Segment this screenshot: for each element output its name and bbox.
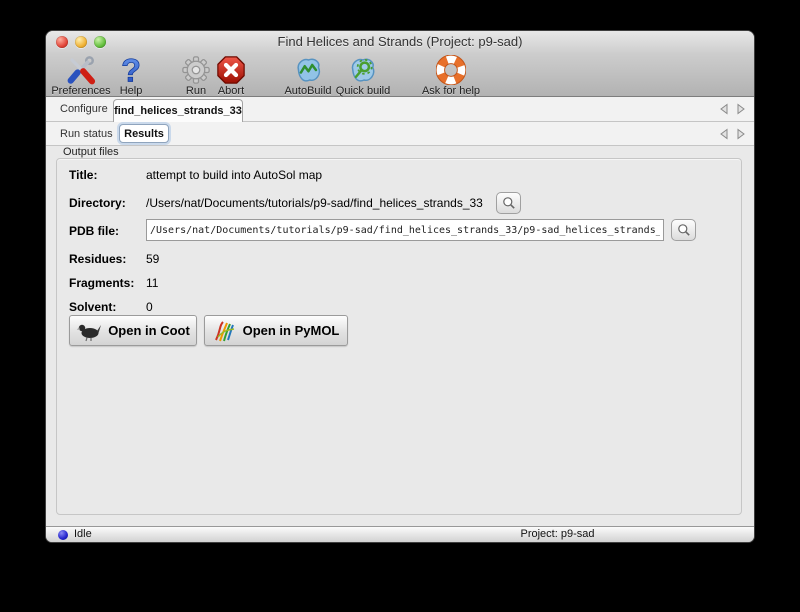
ask-for-help-button[interactable]: Ask for help xyxy=(422,54,480,97)
window-title: Find Helices and Strands (Project: p9-sa… xyxy=(277,34,523,49)
residues-value: 59 xyxy=(146,252,160,266)
directory-value: /Users/nat/Documents/tutorials/p9-sad/fi… xyxy=(146,196,483,210)
coot-bird-icon xyxy=(76,324,102,341)
autobuild-button[interactable]: AutoBuild xyxy=(284,54,332,97)
app-window: Find Helices and Strands (Project: p9-sa… xyxy=(45,30,755,543)
magnifier-icon xyxy=(502,197,515,209)
residues-label: Residues: xyxy=(69,252,127,266)
tab-scroll-left-icon[interactable] xyxy=(719,128,729,140)
question-icon: ? xyxy=(116,54,146,86)
stop-icon xyxy=(216,54,246,86)
pdb-file-input[interactable] xyxy=(146,219,664,241)
title-label: Title: xyxy=(69,168,98,182)
tab-scroll-right-icon[interactable] xyxy=(736,128,746,140)
magnifier-icon xyxy=(677,224,690,236)
open-in-pymol-label: Open in PyMOL xyxy=(242,323,340,338)
autobuild-icon xyxy=(284,54,331,86)
pdb-browse-button[interactable] xyxy=(671,219,696,241)
window-header: Find Helices and Strands (Project: p9-sa… xyxy=(46,31,754,97)
close-button[interactable] xyxy=(56,36,68,48)
fragments-value: 11 xyxy=(146,276,159,290)
status-indicator-icon xyxy=(58,530,68,540)
zoom-button[interactable] xyxy=(94,36,106,48)
open-in-coot-button[interactable]: Open in Coot xyxy=(69,315,197,346)
tab-scroll-right-icon[interactable] xyxy=(736,103,746,115)
tab-results[interactable]: Results xyxy=(119,124,169,143)
title-value: attempt to build into AutoSol map xyxy=(146,168,323,182)
sub-tab-bar: Run status Results xyxy=(46,122,754,146)
help-button[interactable]: ? Help xyxy=(116,54,146,97)
status-text: Idle xyxy=(74,528,92,540)
results-panel: Output files Title: attempt to build int… xyxy=(46,146,754,528)
main-tab-bar: Configure find_helices_strands_33 xyxy=(46,97,754,122)
tab-job[interactable]: find_helices_strands_33 xyxy=(113,99,243,122)
directory-label: Directory: xyxy=(69,196,126,210)
quick-build-button[interactable]: Quick build xyxy=(336,54,390,97)
directory-browse-button[interactable] xyxy=(496,192,521,214)
status-bar: Idle Project: p9-sad xyxy=(46,526,754,542)
gear-icon xyxy=(181,54,211,86)
svg-text:?: ? xyxy=(121,55,141,85)
tab-scroll-left-icon[interactable] xyxy=(719,103,729,115)
pymol-ribbon-icon xyxy=(214,320,234,341)
output-files-group-label: Output files xyxy=(63,146,119,158)
toolbar: Preferences ? Help Run Abort AutoBuild Q… xyxy=(46,53,754,97)
tools-icon xyxy=(51,54,110,86)
pdb-file-label: PDB file: xyxy=(69,224,120,238)
open-in-coot-label: Open in Coot xyxy=(108,323,190,338)
title-bar[interactable]: Find Helices and Strands (Project: p9-sa… xyxy=(46,31,754,53)
fragments-label: Fragments: xyxy=(69,276,135,290)
solvent-label: Solvent: xyxy=(69,300,117,314)
abort-button[interactable]: Abort xyxy=(216,54,246,97)
tab-run-status[interactable]: Run status xyxy=(56,122,117,145)
solvent-value: 0 xyxy=(146,300,153,314)
lifebuoy-icon xyxy=(422,54,480,86)
minimize-button[interactable] xyxy=(75,36,87,48)
preferences-button[interactable]: Preferences xyxy=(51,54,111,97)
quickbuild-icon xyxy=(336,54,390,86)
open-in-pymol-button[interactable]: Open in PyMOL xyxy=(204,315,348,346)
run-button[interactable]: Run xyxy=(181,54,211,97)
project-status: Project: p9-sad xyxy=(520,528,595,540)
tab-configure[interactable]: Configure xyxy=(56,97,112,121)
